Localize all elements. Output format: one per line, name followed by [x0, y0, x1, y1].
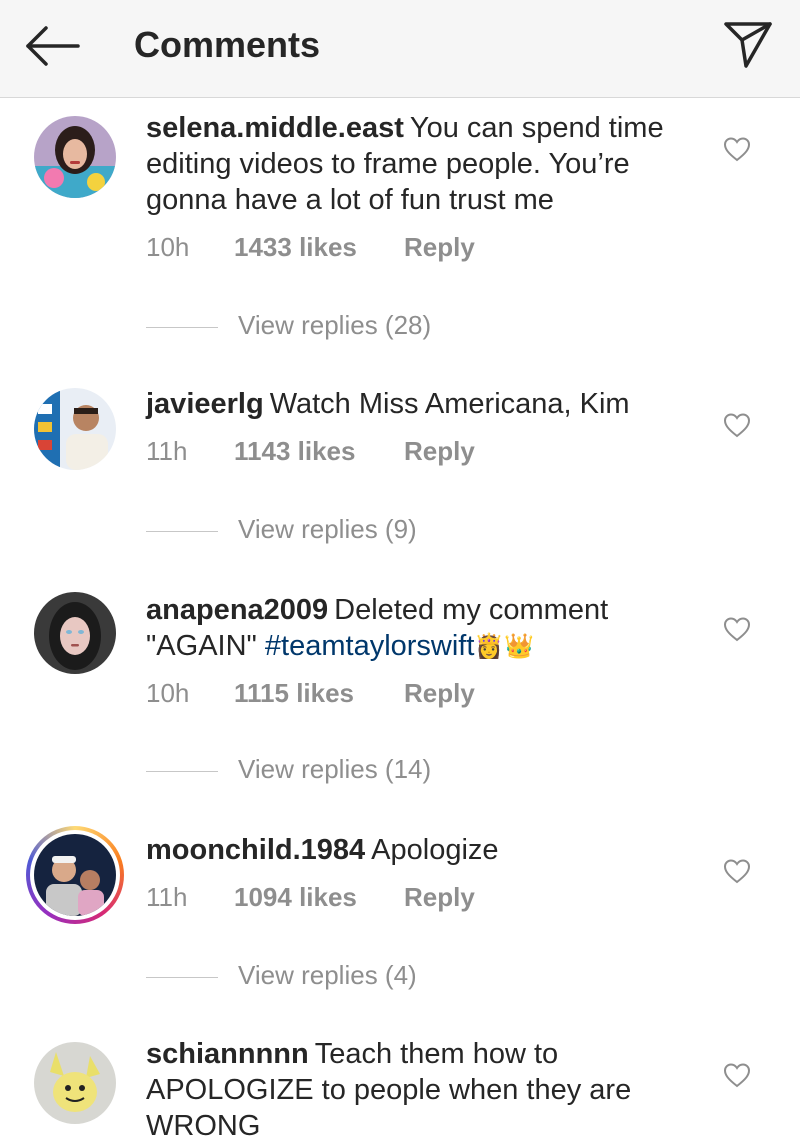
comment-time: 10h [146, 678, 190, 708]
back-button[interactable] [22, 18, 82, 74]
comment-meta: 11h 1143 likes Reply [146, 436, 475, 467]
heart-icon[interactable] [722, 1060, 752, 1090]
avatar[interactable] [34, 116, 116, 198]
comment-hashtag-link[interactable]: #teamtaylorswift [265, 630, 475, 662]
comment-username[interactable]: schiannnnn [146, 1038, 309, 1070]
view-replies-button[interactable]: View replies (9) [146, 514, 417, 545]
avatar[interactable] [34, 388, 116, 470]
avatar[interactable] [34, 592, 116, 674]
comment-body: moonchild.1984 Apologize [146, 832, 706, 868]
comment-time: 10h [146, 232, 190, 262]
view-replies-button[interactable]: View replies (28) [146, 310, 431, 341]
avatar [30, 830, 120, 920]
arrow-left-icon [26, 26, 80, 66]
comment-username[interactable]: selena.middle.east [146, 112, 404, 144]
reply-button[interactable]: Reply [404, 678, 475, 709]
comment-username[interactable]: javieerlg [146, 388, 264, 420]
avatar[interactable] [34, 1042, 116, 1124]
heart-icon[interactable] [722, 410, 752, 440]
view-replies-label: View replies (14) [238, 754, 432, 784]
comment-time: 11h [146, 436, 188, 466]
reply-button[interactable]: Reply [404, 882, 475, 913]
comment-time: 11h [146, 882, 188, 912]
comment-body: javieerlg Watch Miss Americana, Kim [146, 386, 706, 422]
heart-icon[interactable] [722, 614, 752, 644]
view-replies-label: View replies (9) [238, 514, 417, 544]
share-button[interactable] [722, 16, 774, 72]
view-replies-label: View replies (28) [238, 310, 432, 340]
comment-text: Watch Miss Americana, Kim [269, 388, 630, 420]
divider-line [146, 326, 218, 328]
profile-photo [34, 1042, 116, 1124]
reply-button[interactable]: Reply [404, 232, 475, 263]
profile-photo [34, 592, 116, 674]
divider-line [146, 530, 218, 532]
divider-line [146, 770, 218, 772]
comment-likes[interactable]: 1433 likes [234, 232, 404, 263]
comment-likes[interactable]: 1143 likes [234, 436, 404, 467]
profile-photo [34, 116, 116, 198]
princess-crown-emoji: 👸👑 [474, 633, 535, 661]
comment-body: anapena2009 Deleted my comment "AGAIN" #t… [146, 592, 706, 665]
top-app-bar: Comments [0, 0, 800, 98]
heart-icon[interactable] [722, 134, 752, 164]
comment-likes[interactable]: 1094 likes [234, 882, 404, 913]
comment-likes[interactable]: 1115 likes [234, 678, 404, 709]
comments-list[interactable]: selena.middle.east You can spend time edi… [0, 98, 800, 1144]
comment-meta: 11h 1094 likes Reply [146, 882, 475, 913]
heart-icon[interactable] [722, 856, 752, 886]
comment-meta: 10h 1433 likes Reply [146, 232, 475, 263]
comment-username[interactable]: anapena2009 [146, 594, 328, 626]
comment-meta: 10h 1115 likes Reply [146, 678, 475, 709]
comment-text: Apologize [371, 834, 499, 866]
view-replies-label: View replies (4) [238, 960, 417, 990]
paper-plane-icon [724, 22, 772, 68]
profile-photo [34, 834, 116, 916]
view-replies-button[interactable]: View replies (14) [146, 754, 431, 785]
divider-line [146, 976, 218, 978]
comment-body: schiannnnn Teach them how to APOLOGIZE to… [146, 1036, 706, 1144]
page-title: Comments [134, 24, 321, 65]
comment-username[interactable]: moonchild.1984 [146, 834, 365, 866]
profile-photo [34, 388, 116, 470]
comment-body: selena.middle.east You can spend time edi… [146, 110, 706, 218]
view-replies-button[interactable]: View replies (4) [146, 960, 417, 991]
avatar-story-ring[interactable] [26, 826, 124, 924]
reply-button[interactable]: Reply [404, 436, 475, 467]
